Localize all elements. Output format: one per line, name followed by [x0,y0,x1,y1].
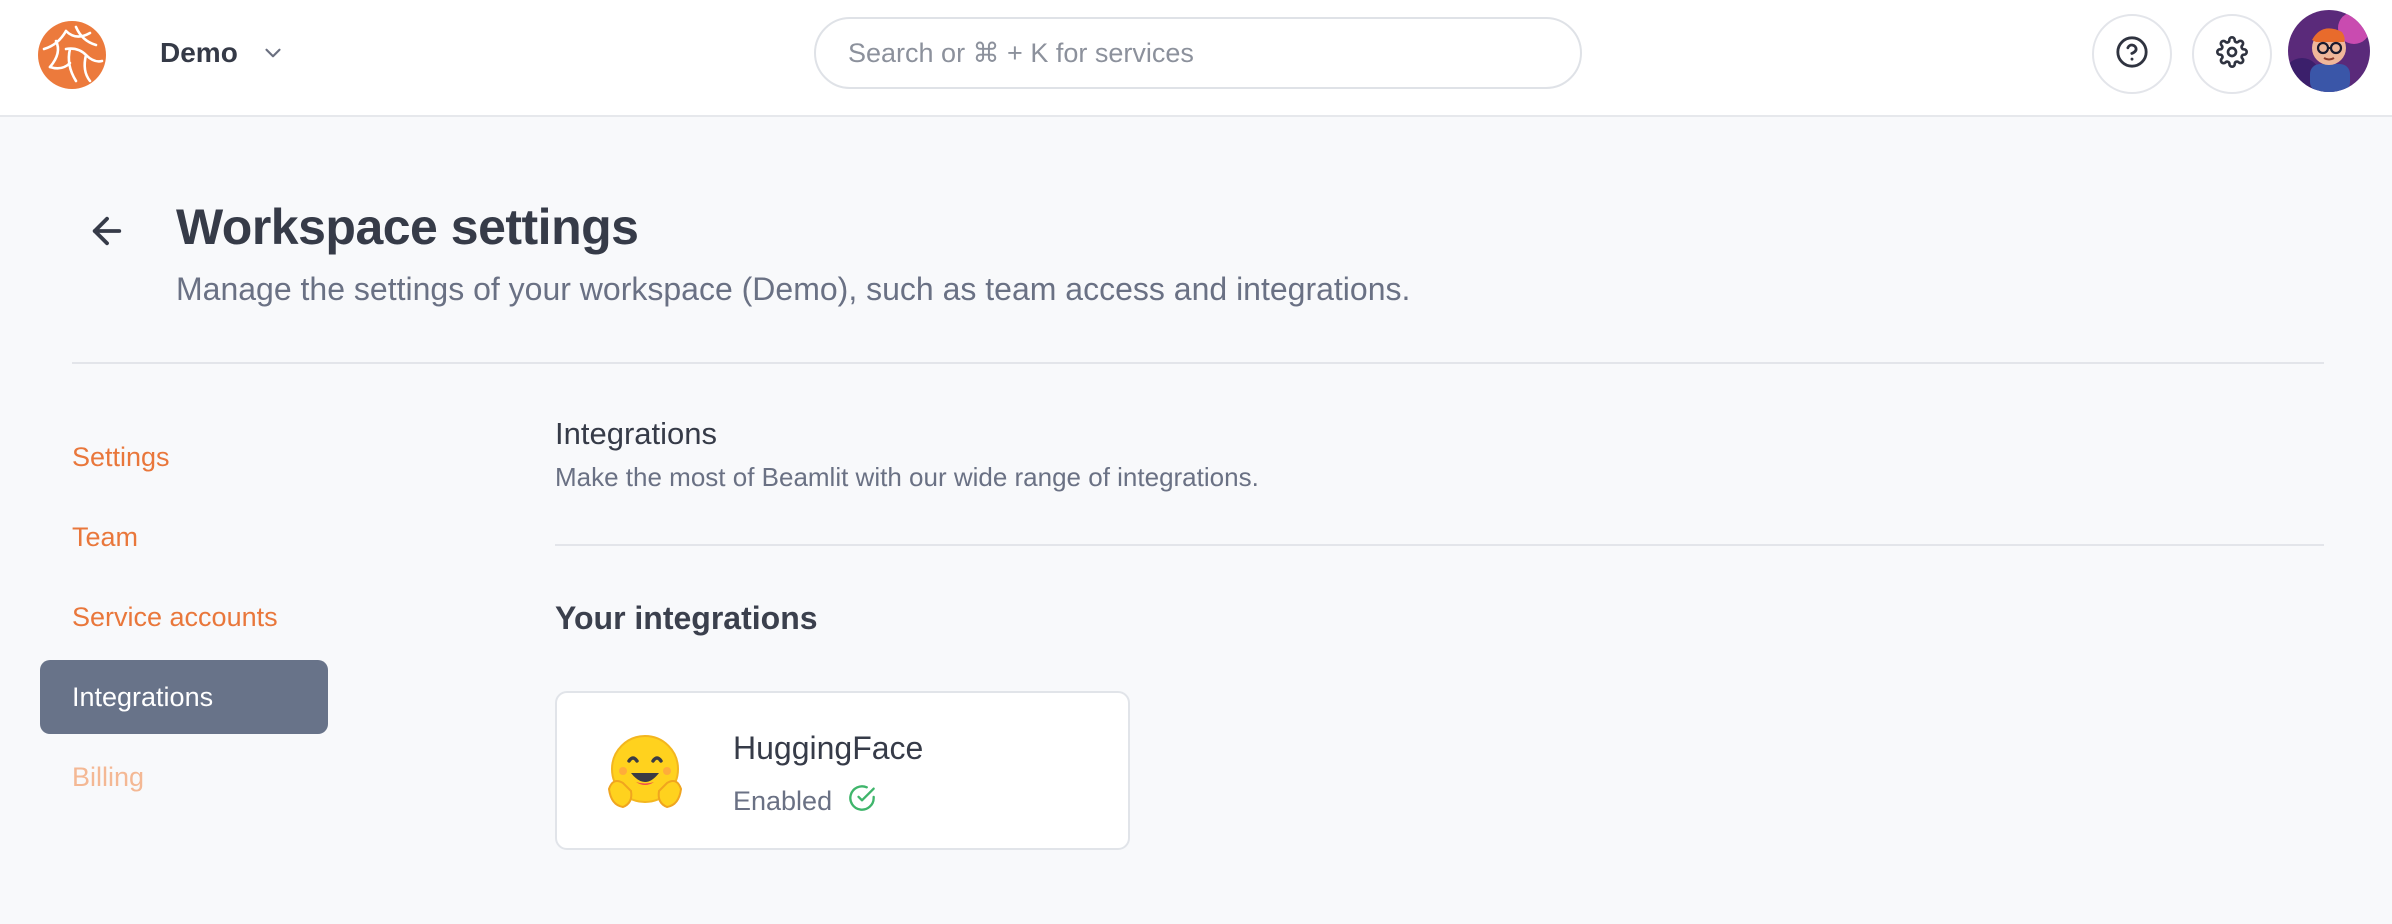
your-integrations-title: Your integrations [555,600,818,636]
back-button[interactable] [82,208,132,258]
check-circle-icon [848,784,876,819]
help-button[interactable] [2092,14,2172,94]
gear-icon [2216,35,2248,73]
top-bar: Demo [0,0,2392,117]
settings-button[interactable] [2192,14,2272,94]
app-logo[interactable] [36,19,108,91]
sidebar-item-team[interactable]: Team [40,500,328,574]
chevron-down-icon [260,40,286,66]
hugging-face-emoji [603,731,687,815]
section-divider [555,544,2324,546]
section-title: Integrations [555,416,717,451]
integration-status: Enabled [733,784,876,819]
settings-sidebar: Settings Team Service accounts Integrati… [40,420,328,820]
user-avatar[interactable] [2288,10,2370,92]
integration-name: HuggingFace [733,730,924,766]
sidebar-item-billing[interactable]: Billing [40,740,328,814]
search-bar[interactable] [814,17,1582,89]
help-circle-icon [2115,35,2149,74]
sidebar-item-service-accounts[interactable]: Service accounts [40,580,328,654]
arrow-left-icon [86,210,128,257]
workspace-name: Demo [160,37,238,68]
workspace-switcher[interactable]: Demo [160,30,286,76]
search-input[interactable] [848,37,1548,69]
page-title: Workspace settings [176,199,639,255]
integration-card-huggingface[interactable]: HuggingFace Enabled [555,691,1130,850]
page-subtitle: Manage the settings of your workspace (D… [176,271,1411,307]
section-description: Make the most of Beamlit with our wide r… [555,462,1259,492]
header-divider [72,362,2324,364]
sidebar-item-integrations[interactable]: Integrations [40,660,328,734]
integration-status-label: Enabled [733,786,833,816]
sidebar-item-settings[interactable]: Settings [40,420,328,494]
